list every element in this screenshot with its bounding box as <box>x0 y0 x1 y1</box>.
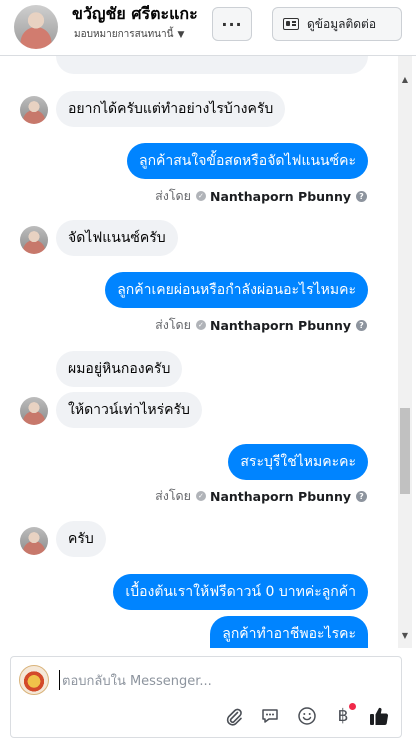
outgoing-message[interactable]: ลูกค้าทำอาชีพอะไรคะ <box>210 616 368 648</box>
outgoing-message[interactable]: เบื้องต้นเราให้ฟรีดาวน์ 0 บาทค่ะลูกค้า <box>113 574 368 610</box>
check-icon: ✓ <box>195 191 206 201</box>
more-icon: ··· <box>221 14 243 34</box>
view-contact-label: ดูข้อมูลติดต่อ <box>307 16 377 31</box>
outgoing-message[interactable]: ลูกค้าสนใจขั้อสดหรือจัดไฟแนนซ์คะ <box>126 143 368 179</box>
notification-dot <box>349 703 356 710</box>
contact-avatar-small <box>20 527 48 555</box>
baht-icon[interactable]: ฿ <box>332 703 356 727</box>
sent-by-label: ส่งโดย <box>155 317 191 332</box>
incoming-message[interactable]: ครับ <box>56 521 106 557</box>
smiley-icon[interactable] <box>296 705 318 727</box>
incoming-message[interactable]: ให้ดาวน์เท่าไหร่ครับ <box>56 392 202 428</box>
help-icon[interactable]: ? <box>356 319 367 331</box>
paperclip-icon[interactable] <box>223 705 245 727</box>
contact-avatar-small <box>20 397 48 425</box>
check-icon: ✓ <box>195 491 206 501</box>
id-card-icon <box>283 18 299 30</box>
sent-by: ส่งโดย ✓ Nanthaporn Pbunny ? <box>155 186 367 206</box>
incoming-message[interactable]: ผมอยู่หินกองครับ <box>56 351 183 387</box>
outgoing-message[interactable]: ลูกค้าเคยผ่อนหรือกำลังผ่อนอะไรไหมคะ <box>105 272 368 308</box>
sender-name[interactable]: Nanthaporn Pbunny <box>210 189 351 204</box>
scroll-thumb[interactable] <box>400 408 410 494</box>
more-button[interactable]: ··· <box>212 7 252 41</box>
contact-avatar[interactable] <box>14 5 58 49</box>
scrollbar[interactable]: ▲ ▼ <box>398 56 412 648</box>
scroll-up-icon[interactable]: ▲ <box>398 72 412 86</box>
conversation-header: ขวัญชัย ศรีตะแกะ มอบหมายการสนทนานี้ ▼ ···… <box>0 0 416 56</box>
contact-name[interactable]: ขวัญชัย ศรีตะแกะ <box>72 2 198 27</box>
incoming-message[interactable]: จัดไฟแนนซ์ครับ <box>56 220 178 256</box>
sent-by: ส่งโดย ✓ Nanthaporn Pbunny ? <box>155 315 367 335</box>
assign-label: มอบหมายการสนทนานี้ <box>74 29 174 40</box>
message-bubble-partial <box>56 56 368 74</box>
chat-bubble-icon[interactable] <box>259 705 281 727</box>
view-contact-button[interactable]: ดูข้อมูลติดต่อ <box>272 7 402 41</box>
help-icon[interactable]: ? <box>356 190 367 202</box>
page-avatar <box>19 665 49 695</box>
reply-composer: ตอบกลับใน Messenger... ฿ <box>10 656 402 738</box>
sent-by: ส่งโดย ✓ Nanthaporn Pbunny ? <box>155 486 367 506</box>
sender-name[interactable]: Nanthaporn Pbunny <box>210 318 351 333</box>
outgoing-message[interactable]: สระบุรีใช่ไหมคะคะ <box>228 444 368 480</box>
sent-by-label: ส่งโดย <box>155 488 191 503</box>
assign-conversation[interactable]: มอบหมายการสนทนานี้ ▼ <box>74 27 184 42</box>
check-icon: ✓ <box>195 320 206 330</box>
caret-down-icon: ▼ <box>177 30 185 40</box>
contact-avatar-small <box>20 96 48 124</box>
contact-avatar-small <box>20 226 48 254</box>
help-icon[interactable]: ? <box>356 490 367 502</box>
message-thread[interactable]: อยากได้ครับแต่ทำอย่างไรบ้างครับ ลูกค้าสน… <box>0 56 416 648</box>
thumbs-up-icon[interactable] <box>368 705 390 727</box>
scroll-down-icon[interactable]: ▼ <box>398 628 412 642</box>
incoming-message[interactable]: อยากได้ครับแต่ทำอย่างไรบ้างครับ <box>56 91 286 127</box>
reply-input[interactable]: ตอบกลับใน Messenger... <box>59 670 389 690</box>
sender-name[interactable]: Nanthaporn Pbunny <box>210 489 351 504</box>
sent-by-label: ส่งโดย <box>155 188 191 203</box>
